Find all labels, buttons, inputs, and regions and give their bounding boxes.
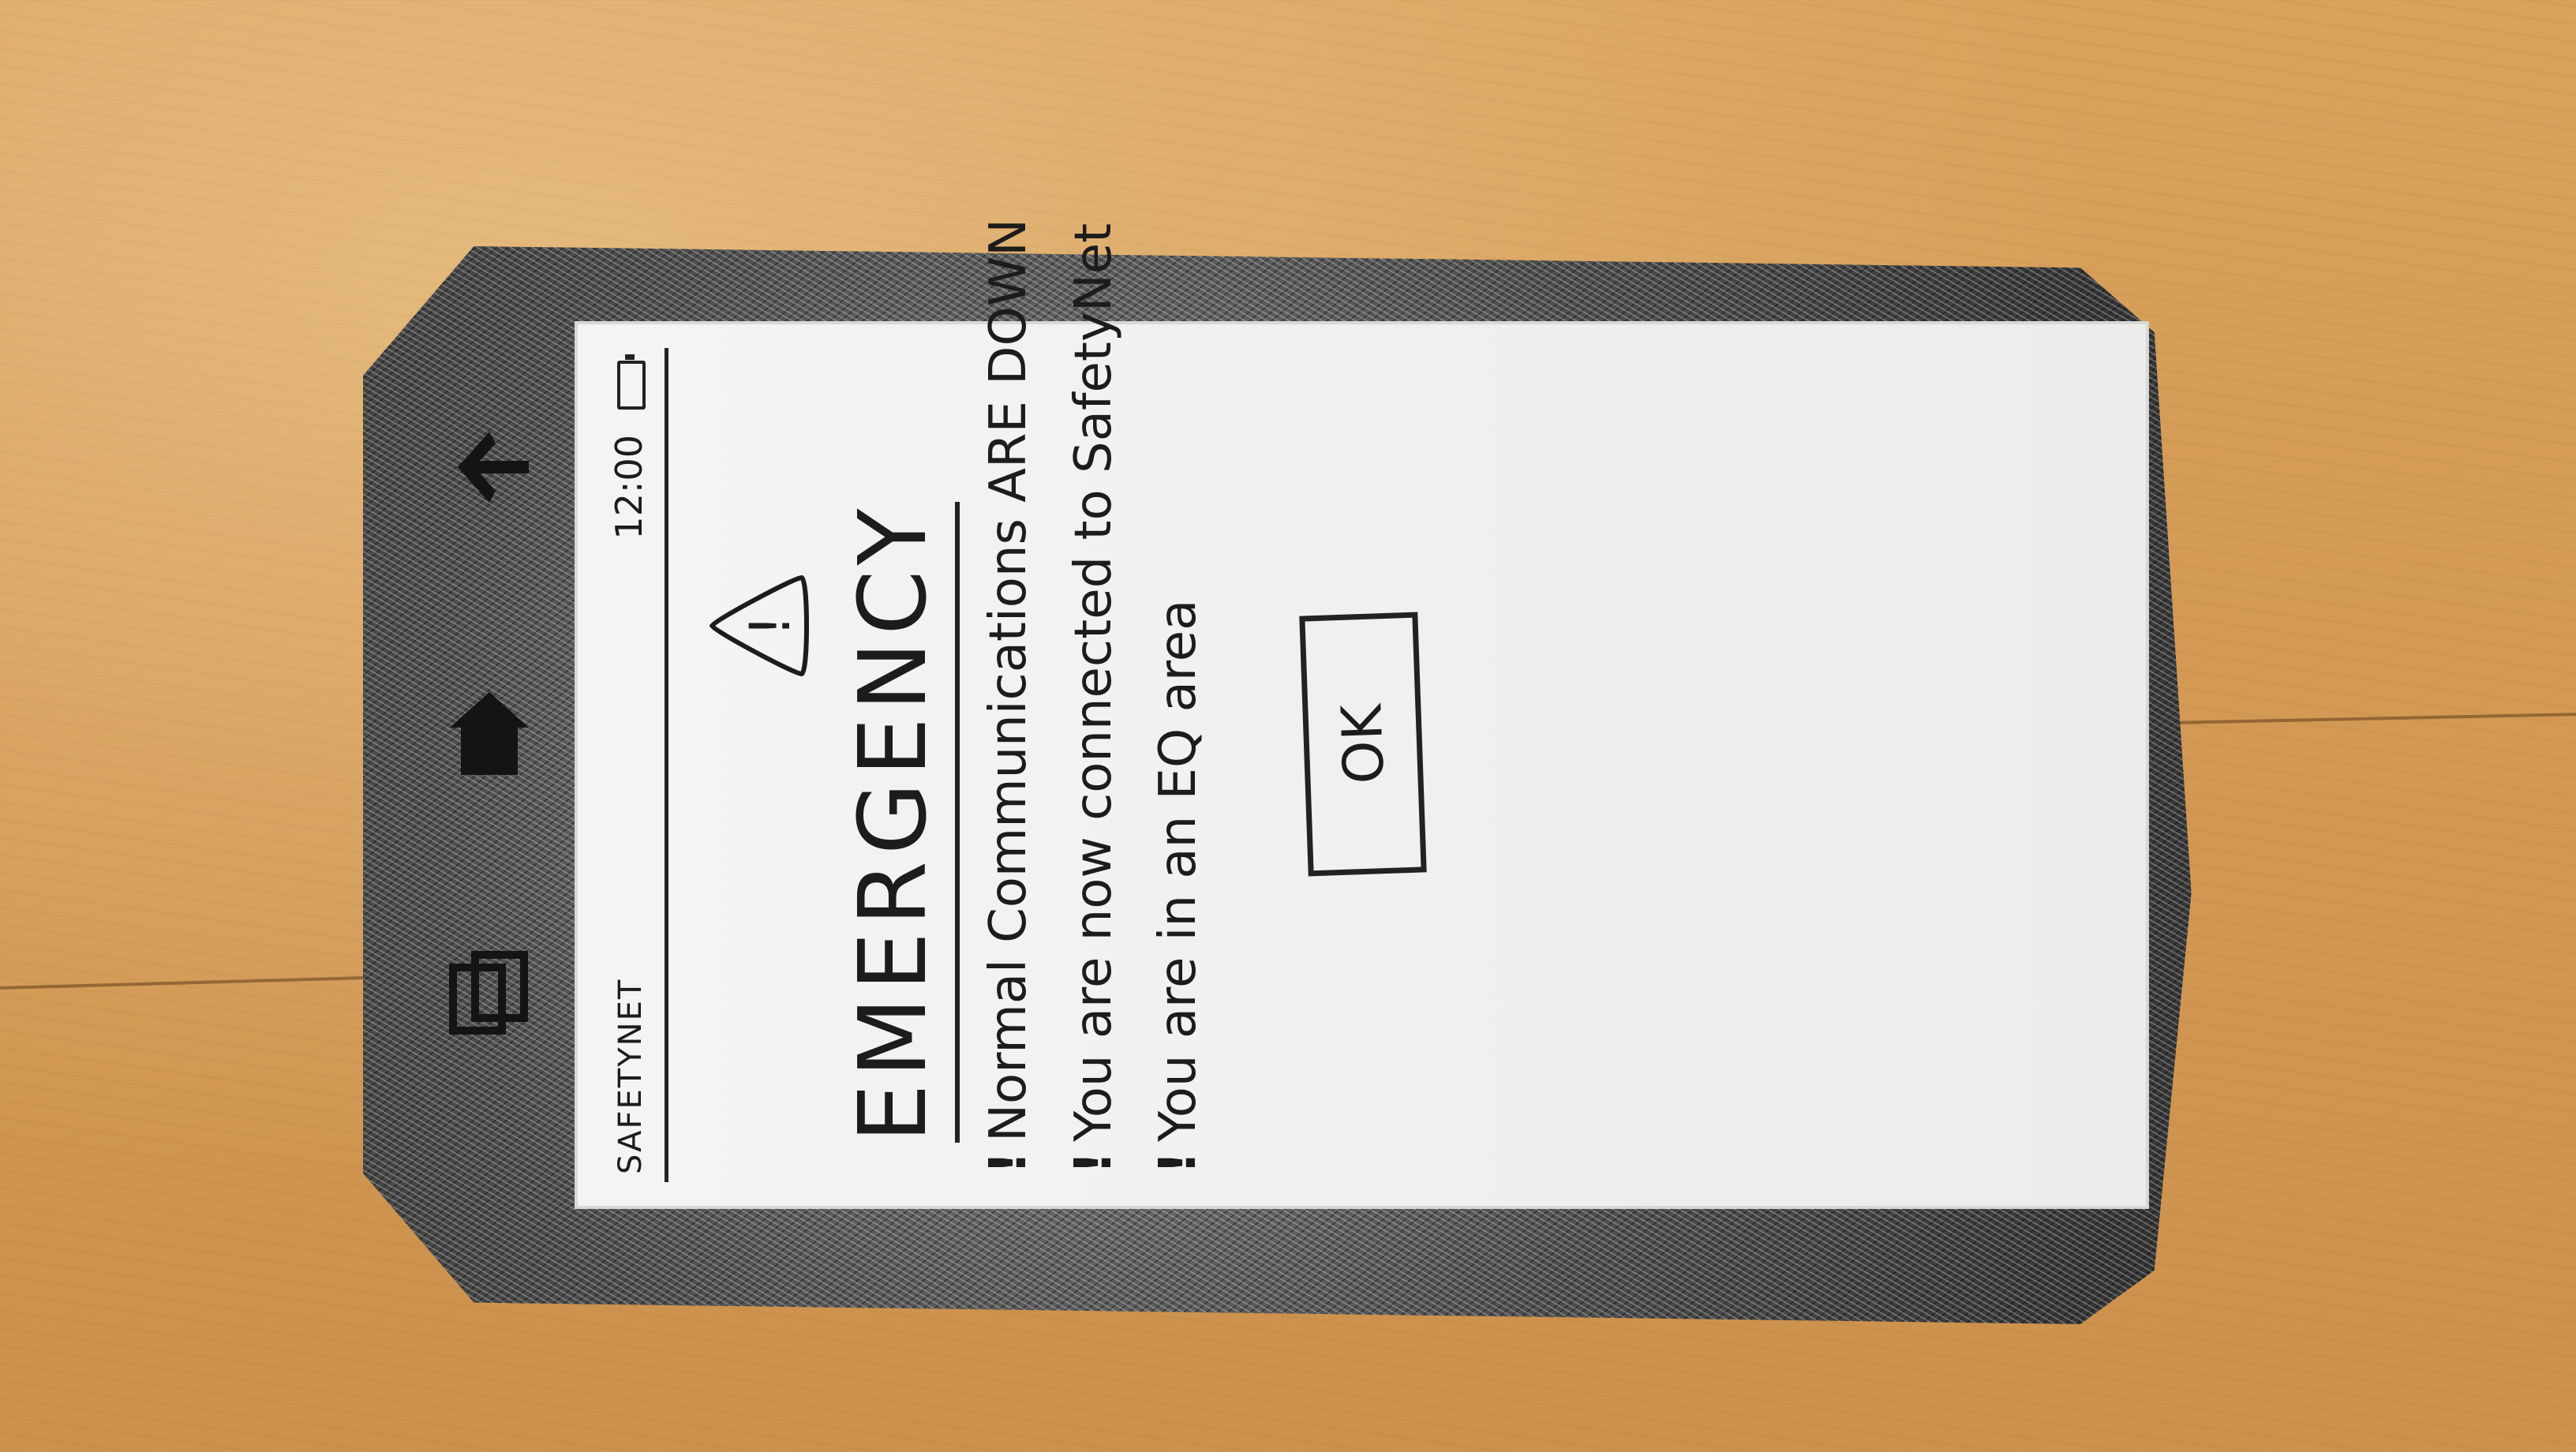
message-text: You are now connected to SafetyNet — [1064, 223, 1123, 1142]
message-list: ! Normal Communications ARE DOWN ! You are… — [979, 219, 1235, 1174]
recent-apps-icon[interactable] — [434, 941, 545, 1051]
message-item: ! You are now connected to SafetyNet — [1064, 223, 1124, 1174]
message-item: ! Normal Communications ARE DOWN — [979, 219, 1039, 1174]
back-arrow-icon[interactable] — [434, 412, 545, 522]
alert-title: EMERGENCY — [838, 502, 960, 1143]
screen: SAFETYNET 12:00 ! EMERGENCY ! Normal Comm… — [575, 219, 2149, 1209]
ok-button[interactable]: OK — [1299, 612, 1427, 877]
phone-prototype: SAFETYNET 12:00 ! EMERGENCY ! Normal Comm… — [363, 219, 2210, 1324]
message-text: You are in an EQ area — [1149, 599, 1208, 1142]
message-item: ! You are in an EQ area — [1149, 346, 1208, 1174]
home-icon[interactable] — [434, 680, 545, 791]
warning-triangle-icon: ! — [709, 575, 809, 676]
message-text: Normal Communications ARE DOWN — [979, 218, 1038, 1142]
message-bullet: ! — [1149, 1151, 1208, 1174]
warning-glyph: ! — [738, 615, 803, 637]
message-bullet: ! — [979, 1151, 1038, 1174]
screen-area: SAFETYNET 12:00 ! EMERGENCY ! Normal Comm… — [575, 219, 2149, 1209]
battery-icon — [617, 361, 646, 410]
status-bar: SAFETYNET 12:00 — [593, 348, 668, 1182]
message-bullet: ! — [1064, 1151, 1123, 1174]
carrier-label: SAFETYNET — [612, 978, 649, 1174]
clock: 12:00 — [608, 435, 650, 540]
